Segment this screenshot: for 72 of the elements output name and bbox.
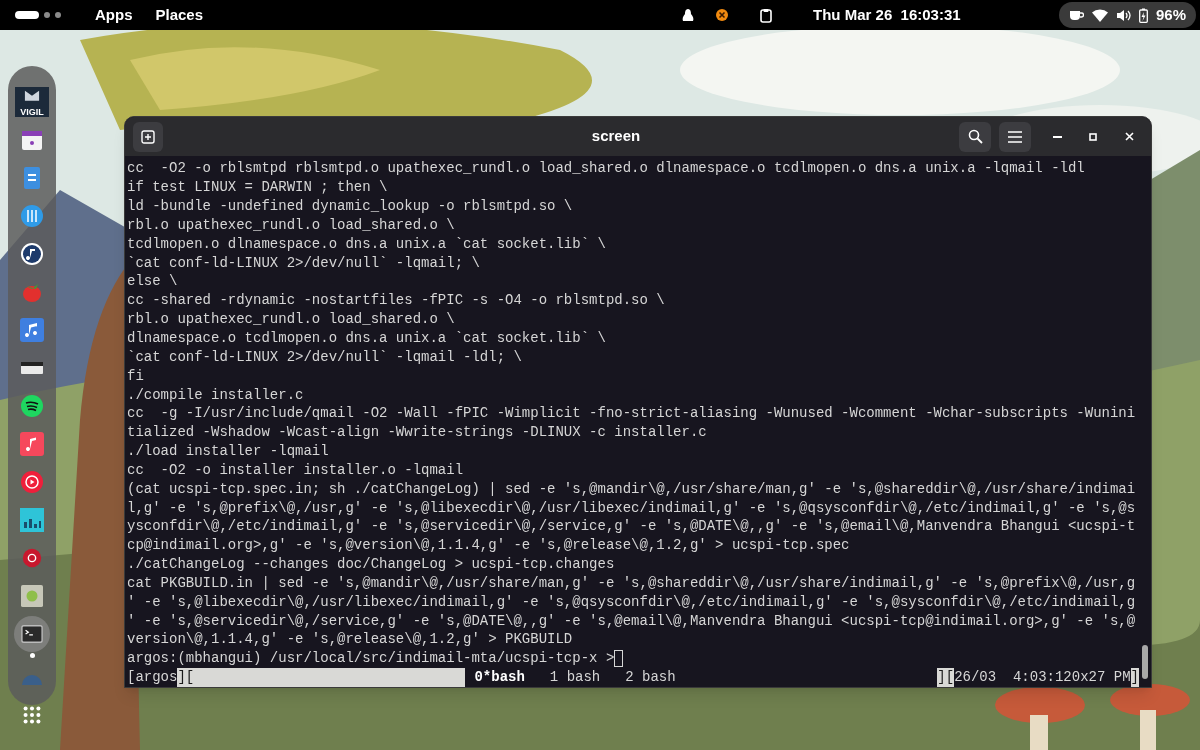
top-bar-menu[interactable]: Apps	[95, 3, 133, 27]
equalizer-bars-icon[interactable]	[19, 507, 45, 533]
search-button[interactable]	[959, 121, 991, 152]
close-icon	[1124, 132, 1134, 142]
terminal-line: cc -O2 -o rblsmtpd rblsmtpd.o upathexec_rundl.o load_shared.o dlnamespace.o tcdlmopen.o dns.a unix.a -lqmail -ldl	[127, 159, 1086, 179]
highlighted-status-segment: ]	[1130, 668, 1139, 687]
clock[interactable]: Thu Mar 26 16:03:31	[813, 3, 961, 27]
terminal-line: cc -g -I/usr/include/qmail -O2 -Wall -fPIC -Wimplicit -fno-strict-aliasing -Wunused -Wcomment -Wchar-subscripts -Wunini	[127, 404, 1137, 424]
terminal-line: rbl.o upathexec_rundl.o load_shared.o \	[127, 215, 456, 235]
maximize-icon	[1089, 132, 1097, 141]
terminal-line: cat PKGBUILD.in | sed -e 's,@mandir\@,/usr/share/man,g' -e 's,@shareddir\@,/usr/share/indimail,g' -e 's,@prefix\@,/usr,g	[127, 573, 1137, 593]
screen-window-tab[interactable]: 1 bash	[549, 668, 601, 687]
terminal-line: ysconfdir\@,/etc/indimail,g' -e 's,@servicedir\@,/service,g' -e 's,@DATE\@,,g' -e 's,@email\@,Manvendra Bhangui <ucspi-t	[127, 517, 1137, 537]
running-indicator	[29, 653, 35, 658]
app-icon-label: VIGIL	[20, 108, 44, 117]
screen-window-tab[interactable]: 0*bash	[474, 668, 525, 687]
terminal-line: tcdlmopen.o dlnamespace.o dns.a unix.a `cat socket.lib` \	[127, 234, 607, 254]
terminal-line: (cat ucspi-tcp.spec.in; sh ./catChangeLog) | sed -e 's,@mandir\@,/usr/share/man,g' -e 's,@shareddir\@,/usr/share/indimai	[127, 479, 1137, 499]
penguin-icon[interactable]	[681, 8, 696, 22]
battery-percentage: 96%	[1155, 4, 1186, 25]
terminal-line: fi	[127, 366, 145, 386]
terminal-icon[interactable]	[14, 616, 50, 652]
terminal-line: ./load installer -lqmail	[127, 442, 330, 461]
terminal-line: rbl.o upathexec_rundl.o load_shared.o \	[127, 310, 456, 329]
minimize-icon	[1052, 135, 1062, 138]
battery-charging-icon	[1138, 7, 1148, 23]
status-text: [argos	[127, 668, 178, 687]
terminal-line: ld -bundle -undefined dynamic_lookup -o rblsmtpd.so \	[127, 197, 574, 216]
search-icon	[967, 129, 983, 145]
terminal-line: cp@indimail.org>,g' -e 's,@version\@,1.1.4,g' -e 's,@release\@,1.2,g' > ucspi-tcp.spec	[127, 536, 851, 556]
shell-prompt: argos:(mbhangui) /usr/local/src/indimail-mta/ucspi-tcp-x >	[127, 649, 615, 669]
spotify-icon[interactable]	[19, 393, 45, 419]
workspace-indicator[interactable]	[15, 11, 61, 19]
highlighted-status-segment: ][	[937, 668, 955, 687]
terminal-line: cc -O2 -o installer installer.o -lqmail	[127, 460, 465, 480]
music-app-icon[interactable]	[19, 431, 45, 457]
screen-window-tab[interactable]: 2 bash	[625, 668, 676, 687]
window-title: screen	[590, 126, 642, 147]
coffee-cup-icon	[1068, 8, 1084, 22]
warning-circle-icon[interactable]	[715, 8, 730, 22]
wifi-icon	[1091, 8, 1108, 22]
terminal-line: `cat conf-ld-LINUX 2>/dev/null` -lqmail; \	[127, 253, 481, 273]
status-text: 26/03 4:03:120x27 PM	[954, 668, 1131, 687]
terminal-line: tialized -Wshadow -Wcast-align -Wwrite-strings -DLINUX -c installer.c	[127, 423, 708, 443]
volume-icon	[1115, 8, 1131, 22]
scrollbar-thumb[interactable]	[1142, 645, 1148, 679]
terminal-line: else \	[127, 272, 179, 292]
play-circle-icon[interactable]	[19, 469, 45, 495]
terminal-line: version\@,1.1.4,g' -e 's,@release\@,1.2,g' > PKGBUILD	[127, 630, 574, 650]
terminal-line: ' -e 's,@servicedir\@,/service,g' -e 's,@DATE\@,,g' -e 's,@email\@,Manvendra Bhangui <ucspi-tcp@indimail.org>,g' -e 's,@	[127, 611, 1137, 631]
terminal-line: ./catChangeLog --changes doc/ChangeLog > ucspi-tcp.changes	[127, 555, 616, 574]
terminal-line: ' -e 's,@libexecdir\@,/usr/libexec/indimail,g' -e 's,@qsysconfdir\@,/etc/indimail,g' -e 's,@sysconfdir\@,/etc/indimail,g	[127, 592, 1137, 612]
highlighted-status-segment: ][	[177, 668, 466, 687]
terminal-line: cc -shared -rdynamic -nostartfiles -fPIC -s -O4 -o rblsmtpd.so \	[127, 291, 666, 311]
vigil-app-icon[interactable]: VIGIL	[15, 87, 49, 117]
menu-button[interactable]	[999, 121, 1031, 152]
system-tray[interactable]: 96%	[1058, 2, 1196, 28]
equalizer-icon[interactable]	[19, 203, 45, 229]
top-bar-menu[interactable]: Places	[155, 3, 204, 27]
terminal-line: if test LINUX = DARWIN ; then \	[127, 178, 389, 198]
terminal-line: ./compile installer.c	[127, 385, 305, 405]
clipboard-icon[interactable]	[759, 7, 774, 23]
menu-icon	[1008, 130, 1022, 143]
terminal-line: dlnamespace.o tcdlmopen.o dns.a unix.a `cat socket.lib` \	[127, 328, 607, 348]
disk-image-icon[interactable]	[19, 583, 45, 609]
music-app-icon[interactable]	[19, 317, 45, 343]
new-tab-button[interactable]	[133, 121, 163, 152]
text-cursor	[614, 650, 624, 668]
terminal-line: l,g' -e 's,@prefix\@,/usr,g' -e 's,@libexecdir\@,/usr/libexec/indimail,g' -e 's,@qsysconfdir\@,/etc/indimail,g' -e 's,@s	[127, 498, 1137, 518]
music-note-icon[interactable]	[19, 241, 45, 267]
terminal-line: `cat conf-ld-LINUX 2>/dev/null` -lqmail -ldl; \	[127, 347, 523, 367]
plus-box-icon	[141, 129, 155, 144]
